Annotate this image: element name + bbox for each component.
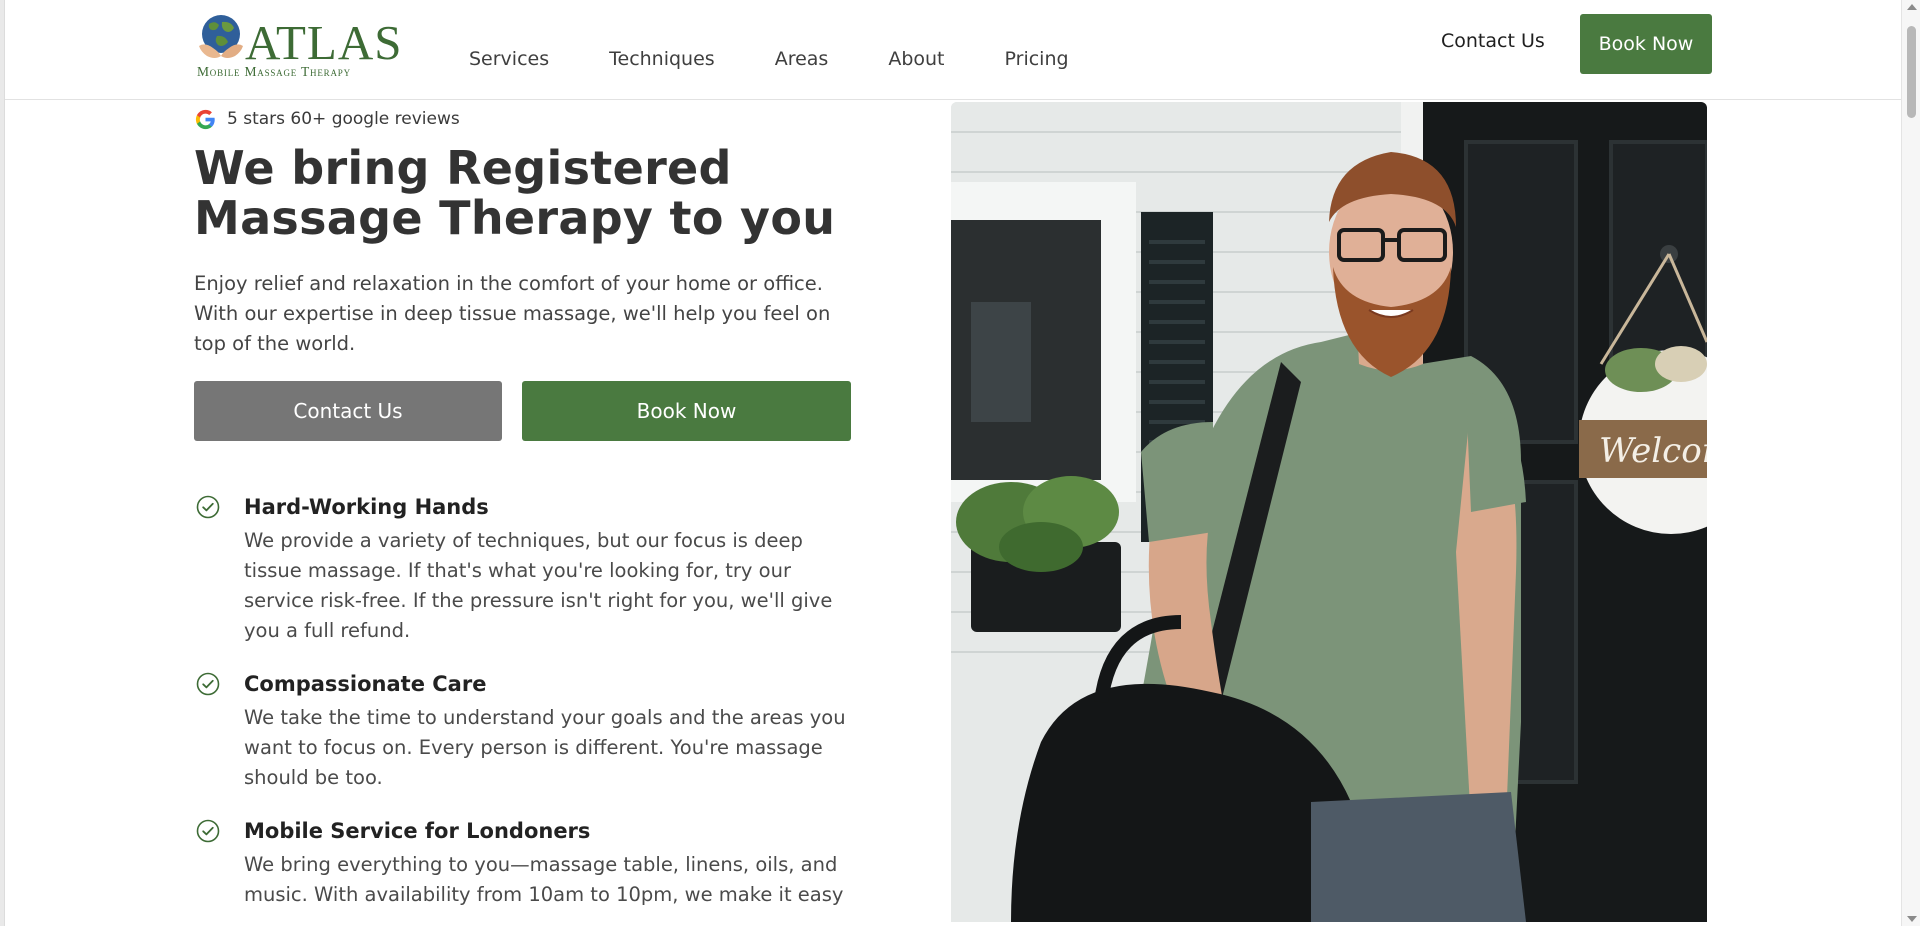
feature-title: Hard-Working Hands [244, 495, 489, 519]
nav-pricing[interactable]: Pricing [1005, 30, 1069, 70]
feature-text: We take the time to understand your goal… [244, 706, 846, 789]
main-navigation: Services Techniques Areas About Pricing [469, 0, 1129, 100]
feature-item: Hard-Working Hands We provide a variety … [194, 495, 874, 646]
nav-about[interactable]: About [888, 30, 944, 70]
scroll-up-arrow-icon[interactable] [1907, 4, 1917, 10]
logo-wordmark: ATLAS [245, 15, 403, 70]
hero-content: 5 stars 60+ google reviews We bring Regi… [194, 102, 874, 926]
scroll-down-arrow-icon[interactable] [1907, 916, 1917, 922]
welcome-sign-text: Welcome [1599, 431, 1707, 471]
feature-item: Compassionate Care We take the time to u… [194, 672, 874, 793]
feature-item: Mobile Service for Londoners We bring ev… [194, 819, 874, 910]
hero-contact-button[interactable]: Contact Us [194, 381, 502, 441]
window-left-edge [0, 0, 5, 926]
check-circle-icon [196, 495, 220, 519]
feature-text: We bring everything to you—massage table… [244, 853, 844, 906]
feature-list: Hard-Working Hands We provide a variety … [194, 495, 874, 910]
google-reviews-badge[interactable]: 5 stars 60+ google reviews [194, 102, 874, 136]
feature-title: Mobile Service for Londoners [244, 819, 591, 843]
nav-techniques[interactable]: Techniques [609, 30, 715, 70]
atlas-logo[interactable]: ATLAS Mobile Massage Therapy [195, 10, 403, 82]
nav-areas[interactable]: Areas [775, 30, 829, 70]
hero-title: We bring Registered Massage Therapy to y… [194, 141, 836, 245]
check-circle-icon [196, 672, 220, 696]
therapist-photo-illustration: Welcome [951, 102, 1707, 922]
google-g-icon [195, 109, 215, 129]
header-book-now-button[interactable]: Book Now [1580, 14, 1712, 74]
check-circle-icon [196, 819, 220, 843]
hero-lead-text: Enjoy relief and relaxation in the comfo… [194, 272, 831, 355]
site-header: ATLAS Mobile Massage Therapy Services Te… [5, 0, 1901, 100]
feature-title: Compassionate Care [244, 672, 487, 696]
header-contact-link[interactable]: Contact Us [1441, 30, 1545, 52]
scrollbar-thumb[interactable] [1907, 26, 1916, 118]
nav-services[interactable]: Services [469, 30, 549, 70]
globe-hands-icon [199, 15, 243, 58]
logo-tagline: Mobile Massage Therapy [197, 64, 351, 79]
vertical-scrollbar[interactable] [1901, 0, 1920, 926]
feature-text: We provide a variety of techniques, but … [244, 529, 833, 642]
reviews-text: 5 stars 60+ google reviews [227, 109, 460, 129]
therapist-photo: Welcome [951, 102, 1707, 922]
hero-cta-row: Contact Us Book Now [194, 381, 874, 441]
hero-book-now-button[interactable]: Book Now [522, 381, 851, 441]
